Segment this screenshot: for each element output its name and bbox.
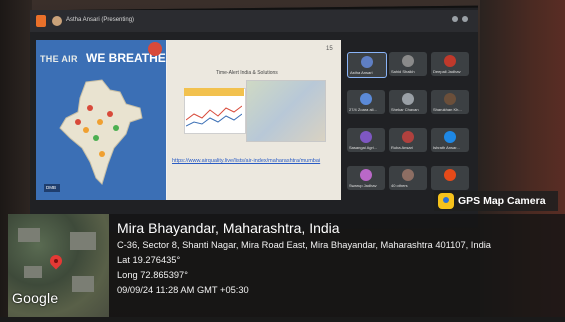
slide-chart-header <box>184 88 244 96</box>
location-datetime: 09/09/24 11:28 AM GMT +05:30 <box>117 285 249 295</box>
map-building <box>72 276 94 292</box>
participant-name: 40 others <box>391 183 408 188</box>
presenter-avatar <box>52 16 62 26</box>
gps-camera-lens-icon <box>443 197 449 203</box>
participant-avatar <box>444 93 456 105</box>
slide-page-number: 15 <box>326 46 333 52</box>
participant-avatar <box>444 169 456 181</box>
participant-name: Deepali Jadhav <box>433 69 461 74</box>
slide-button-label: DMB <box>46 185 56 190</box>
participant-name: Ruba Ansari <box>391 145 413 150</box>
participant-avatar <box>402 131 414 143</box>
participant-tile[interactable]: Swarup Jadhav <box>347 166 385 190</box>
participant-avatar <box>360 131 372 143</box>
map-pin-dot <box>54 259 58 263</box>
participant-tile[interactable]: Sahid Shaikh <box>389 52 427 76</box>
slide-right-title: Time-Alert India & Solutions <box>216 70 278 76</box>
participant-avatar <box>402 169 414 181</box>
map-building <box>18 228 40 242</box>
participant-tile[interactable] <box>431 166 469 190</box>
participant-tile[interactable]: 40 others <box>389 166 427 190</box>
participant-name: Shekar Chavan <box>391 107 419 112</box>
participant-tile[interactable]: Ruba Ansari <box>389 128 427 152</box>
participant-tile[interactable]: Astha Ansari <box>347 52 387 78</box>
participant-avatar <box>360 93 372 105</box>
participant-name: 27/4 Zoara ali... <box>349 107 377 112</box>
participant-avatar <box>444 131 456 143</box>
slide-link[interactable]: https://www.airquality.live/lists/air-in… <box>172 158 332 164</box>
participant-tile[interactable]: Sharukhan Kh... <box>431 90 469 114</box>
participant-name: Sasangai Agri... <box>349 145 378 150</box>
presenting-status: Astha Ansari (Presenting) <box>66 17 135 23</box>
bottom-edge <box>0 317 565 322</box>
participant-avatar <box>360 169 372 181</box>
participant-tile[interactable]: Deepali Jadhav <box>431 52 469 76</box>
participant-tile[interactable]: Sasangai Agri... <box>347 128 385 152</box>
participant-avatar <box>444 55 456 67</box>
slide-title-a: THE AIR <box>40 54 78 64</box>
participant-tile[interactable]: Ishrath Ansar... <box>431 128 469 152</box>
location-long: Long 72.865397° <box>117 270 188 280</box>
settings-icon[interactable] <box>462 16 468 22</box>
more-options-icon[interactable] <box>452 16 458 22</box>
google-logo: Google <box>12 290 59 306</box>
meet-app-icon <box>36 15 46 27</box>
participant-name: Ishrath Ansar... <box>433 145 460 150</box>
slide-logo-icon <box>148 42 162 56</box>
participant-avatar <box>402 55 414 67</box>
location-address: C-36, Sector 8, Shanti Nagar, Mira Road … <box>117 240 491 250</box>
slide-map-image <box>246 80 326 142</box>
gps-app-name: GPS Map Camera <box>458 195 546 207</box>
map-building <box>70 232 96 250</box>
slide-button: DMB <box>44 184 60 192</box>
slide-line-chart <box>186 105 242 127</box>
participant-avatar <box>361 56 373 68</box>
participant-tile[interactable]: 27/4 Zoara ali... <box>347 90 385 114</box>
participant-tile[interactable]: Shekar Chavan <box>389 90 427 114</box>
participant-name: Sharukhan Kh... <box>433 107 462 112</box>
participant-name: Sahid Shaikh <box>391 69 415 74</box>
location-place: Mira Bhayandar, Maharashtra, India <box>117 220 340 236</box>
map-building <box>24 266 42 278</box>
participant-name: Swarup Jadhav <box>349 183 377 188</box>
participant-name: Astha Ansari <box>350 70 373 75</box>
location-lat: Lat 19.276435° <box>117 255 181 265</box>
participant-avatar <box>402 93 414 105</box>
india-map-icon <box>59 79 143 185</box>
